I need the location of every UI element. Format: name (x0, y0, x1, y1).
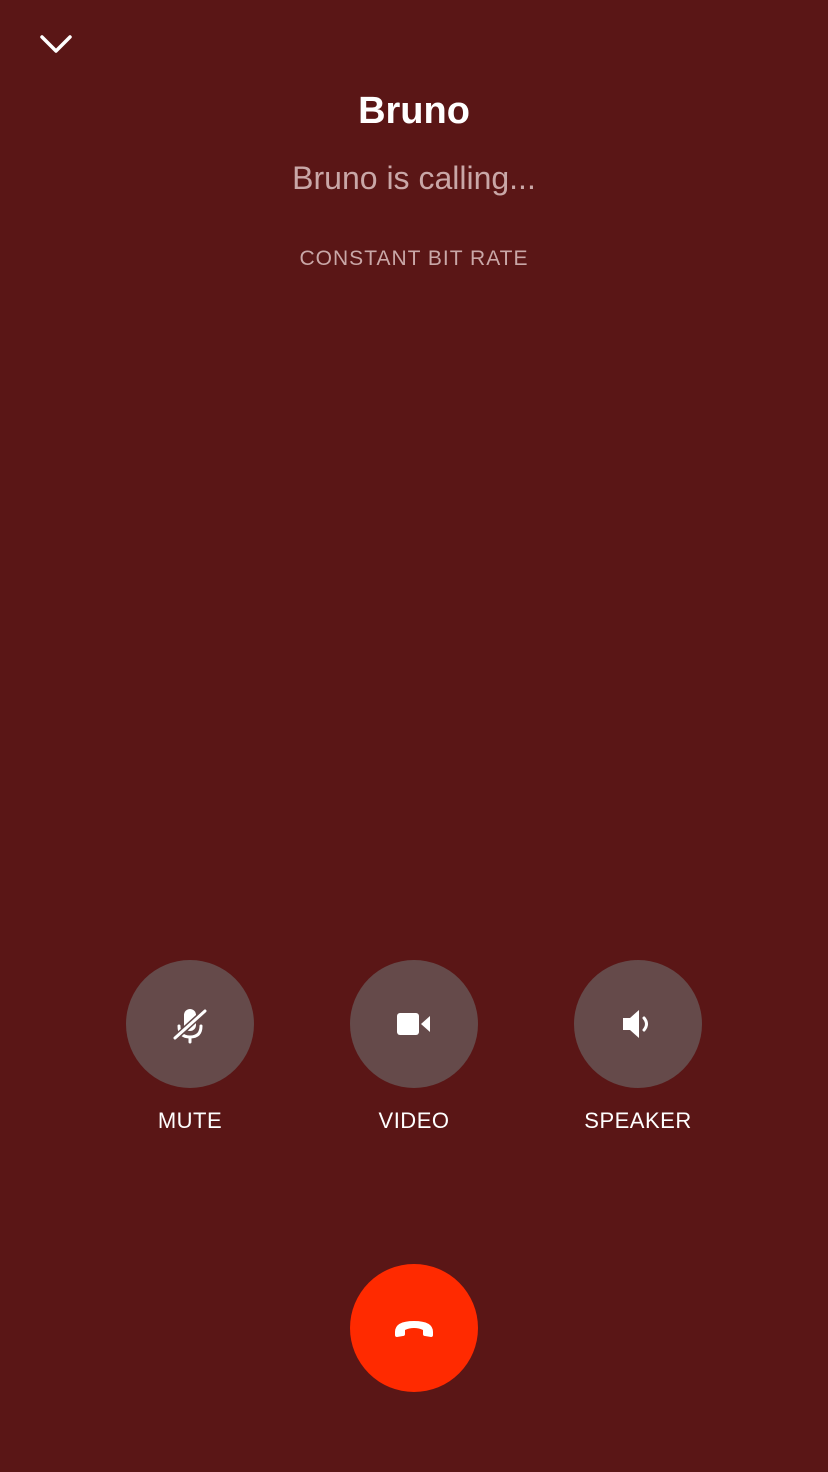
speaker-icon (623, 1010, 648, 1038)
speaker-button[interactable] (574, 960, 702, 1088)
call-status: Bruno is calling... (292, 160, 536, 196)
caller-name: Bruno (358, 90, 470, 132)
video-button[interactable] (350, 960, 478, 1088)
mute-control: MUTE (126, 960, 254, 1134)
chevron-down-icon (40, 35, 72, 53)
video-control: VIDEO (350, 960, 478, 1134)
video-label: VIDEO (378, 1108, 450, 1133)
speaker-control: SPEAKER (574, 960, 702, 1134)
codec-label: CONSTANT BIT RATE (299, 247, 529, 270)
call-screen: Bruno Bruno is calling... CONSTANT BIT R… (0, 0, 828, 1472)
speaker-label: SPEAKER (584, 1108, 692, 1133)
mute-button[interactable] (126, 960, 254, 1088)
mic-off-icon (171, 1007, 209, 1044)
mute-label: MUTE (157, 1108, 223, 1133)
hangup-button[interactable] (350, 1264, 478, 1392)
minimize-button[interactable] (28, 22, 84, 66)
phone-hangup-icon (395, 1321, 433, 1337)
video-camera-icon (397, 1013, 430, 1035)
